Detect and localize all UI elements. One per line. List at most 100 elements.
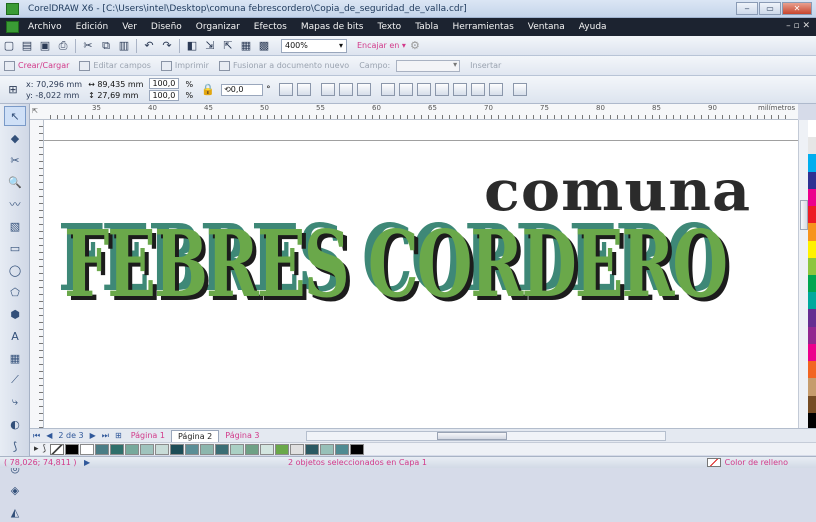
color-swatch[interactable] [335,443,350,455]
hscroll-thumb[interactable] [436,431,507,440]
color-swatch[interactable] [350,443,365,455]
color-swatch[interactable] [290,443,305,455]
rectangle-tool-icon[interactable]: ▭ [4,238,26,258]
welcome-screen-icon[interactable]: ▩ [255,38,273,54]
first-page-icon[interactable]: ⏮ [33,431,40,441]
zoom-level-select[interactable]: 400% ▾ [281,38,347,53]
page-tab-1[interactable]: Página 1 [125,430,171,442]
fill-status[interactable]: Color de relleno [706,458,788,467]
ellipse-tool-icon[interactable]: ◯ [4,260,26,280]
edit-fields-button[interactable]: Editar campos [79,60,151,71]
color-swatch[interactable] [110,443,125,455]
paste-icon[interactable]: ▥ [115,38,133,54]
color-swatch[interactable] [200,443,215,455]
create-boundary-icon[interactable] [488,83,503,96]
field-dropdown[interactable] [396,59,461,72]
crop-tool-icon[interactable]: ✂ [4,150,26,170]
next-page-icon[interactable]: ▶ [90,431,96,440]
color-swatch[interactable] [808,240,816,258]
menu-item-11[interactable]: Ayuda [579,22,607,32]
menu-item-8[interactable]: Tabla [415,22,438,32]
snap-to-dropdown[interactable]: Encajar en ▾ [357,41,406,50]
create-load-button[interactable]: Crear/Cargar [4,60,69,71]
undo-icon[interactable]: ↶ [140,38,158,54]
options-icon[interactable]: ⚙ [406,38,424,54]
ungroup-icon[interactable] [338,83,353,96]
last-page-icon[interactable]: ⏭ [102,431,109,441]
redo-icon[interactable]: ↷ [158,38,176,54]
menu-item-0[interactable]: Archivo [28,22,62,32]
combine-icon[interactable] [356,83,371,96]
x-position-field[interactable]: x: 70,296 mm [26,79,82,90]
menu-item-9[interactable]: Herramientas [452,22,513,32]
menu-item-7[interactable]: Texto [377,22,401,32]
color-swatch[interactable] [155,443,170,455]
blend-tool-icon[interactable]: ◐ [4,414,26,434]
color-swatch[interactable] [185,443,200,455]
color-swatch[interactable] [140,443,155,455]
menu-item-1[interactable]: Edición [76,22,109,32]
add-page-icon[interactable]: ⊞ [115,431,122,440]
status-expand-icon[interactable]: ▶ [84,458,90,467]
page-tab-2[interactable]: Página 2 [170,429,220,442]
color-swatch[interactable] [95,443,110,455]
color-swatch[interactable] [808,188,816,207]
color-swatch[interactable] [808,309,816,327]
front-minus-back-icon[interactable] [452,83,467,96]
color-swatch[interactable] [808,326,816,344]
minimize-button[interactable]: ‒ [736,2,758,15]
zoom-tool-icon[interactable]: 🔍 [4,172,26,192]
field-select[interactable]: Campo: [359,59,461,72]
color-swatch[interactable] [275,443,290,455]
group-icon[interactable] [320,83,335,96]
color-swatch[interactable] [808,257,816,275]
connector-tool-icon[interactable]: ⤷ [4,392,26,412]
color-swatch[interactable] [125,443,140,455]
ruler-origin-icon[interactable]: ⇱ [32,107,38,115]
mirror-horizontal-icon[interactable] [278,83,293,96]
copy-icon[interactable]: ⧉ [97,38,115,54]
menu-item-5[interactable]: Efectos [254,22,287,32]
color-swatch[interactable] [808,395,816,413]
horizontal-scrollbar[interactable] [305,430,666,441]
smart-fill-tool-icon[interactable]: ▧ [4,216,26,236]
print-icon[interactable]: ⎙ [54,38,72,54]
application-launcher-icon[interactable]: ▦ [237,38,255,54]
color-swatch[interactable] [260,443,275,455]
color-swatch[interactable] [65,443,80,455]
cut-icon[interactable]: ✂ [79,38,97,54]
color-swatch[interactable] [808,378,816,396]
save-icon[interactable]: ▣ [36,38,54,54]
color-swatch[interactable] [808,343,816,362]
color-swatch[interactable] [808,292,816,310]
simplify-icon[interactable] [434,83,449,96]
object-origin-icon[interactable]: ⊞ [4,82,22,98]
maximize-button[interactable]: ▭ [759,2,781,15]
artwork-main-text[interactable]: FEBRES CORDERO [64,218,728,310]
width-field[interactable]: ↔ 89,435 mm [88,79,143,90]
table-tool-icon[interactable]: ▦ [4,348,26,368]
scale-x-input[interactable]: 100,0 [149,77,180,89]
color-swatch[interactable] [808,223,816,241]
eyedropper-icon[interactable]: ⟆ [43,444,47,454]
polygon-tool-icon[interactable]: ⬠ [4,282,26,302]
menu-item-10[interactable]: Ventana [528,22,565,32]
vertical-scrollbar[interactable] [798,120,808,428]
pick-tool-icon[interactable]: ↖ [4,106,26,126]
menu-item-6[interactable]: Mapas de bits [301,22,364,32]
color-swatch[interactable] [170,443,185,455]
color-swatch[interactable] [808,171,816,189]
height-field[interactable]: ↕ 27,69 mm [88,90,143,101]
freehand-tool-icon[interactable]: 〰 [4,194,26,214]
back-minus-front-icon[interactable] [470,83,485,96]
color-swatch[interactable] [230,443,245,455]
import-icon[interactable]: ⇲ [201,38,219,54]
mirror-vertical-icon[interactable] [296,83,311,96]
color-swatch[interactable] [808,206,816,224]
color-swatch[interactable] [305,443,320,455]
search-content-icon[interactable]: ◧ [183,38,201,54]
align-distribute-icon[interactable] [512,83,527,96]
page-tab-3[interactable]: Página 3 [219,430,265,442]
print-merge-button[interactable]: Imprimir [160,60,209,71]
interactive-fill-tool-icon[interactable]: ◭ [4,502,26,522]
